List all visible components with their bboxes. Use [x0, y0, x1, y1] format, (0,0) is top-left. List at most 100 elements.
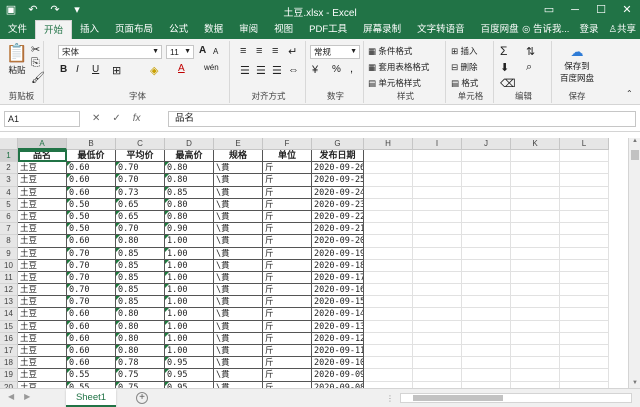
table-cell[interactable]: 斤: [263, 198, 312, 211]
table-cell[interactable]: [413, 357, 462, 370]
table-cell[interactable]: [560, 235, 609, 248]
table-cell[interactable]: [560, 308, 609, 321]
table-cell[interactable]: [413, 369, 462, 382]
insert-cells-button[interactable]: ⊞ 插入: [451, 45, 478, 57]
row-header[interactable]: 15: [0, 320, 18, 333]
table-cell[interactable]: 0.60: [67, 162, 116, 175]
table-cell[interactable]: 1.00: [165, 296, 214, 309]
table-cell[interactable]: 0.80: [165, 162, 214, 175]
tab-page-layout[interactable]: 页面布局: [107, 20, 161, 39]
column-header-c[interactable]: C: [116, 138, 165, 150]
tab-insert[interactable]: 插入: [72, 20, 107, 39]
table-cell[interactable]: [511, 198, 560, 211]
table-cell[interactable]: [560, 284, 609, 297]
table-cell[interactable]: 斤: [263, 332, 312, 345]
share-button[interactable]: ♙共享: [608, 20, 636, 39]
tab-home[interactable]: 开始: [35, 20, 73, 39]
table-cell[interactable]: [511, 332, 560, 345]
column-header-d[interactable]: D: [165, 138, 214, 150]
maximize-icon[interactable]: ☐: [588, 0, 614, 20]
table-cell[interactable]: 0.95: [165, 369, 214, 382]
header-cell[interactable]: 最高价: [165, 150, 214, 163]
comma-button[interactable]: ,: [350, 63, 353, 75]
table-cell[interactable]: 2020-09-09: [312, 369, 364, 382]
row-header[interactable]: 11: [0, 271, 18, 285]
table-cell[interactable]: [364, 198, 413, 211]
currency-icon[interactable]: ¥: [312, 64, 318, 76]
table-cell[interactable]: [560, 320, 609, 333]
table-cell[interactable]: [511, 296, 560, 309]
table-cell[interactable]: 土豆: [18, 235, 67, 248]
table-cell[interactable]: 2020-09-14: [312, 308, 364, 321]
next-sheet-icon[interactable]: ▶: [24, 392, 30, 401]
table-cell[interactable]: [462, 186, 511, 199]
row-header[interactable]: 14: [0, 308, 18, 321]
table-cell[interactable]: [413, 332, 462, 345]
table-cell[interactable]: [413, 235, 462, 248]
table-cell[interactable]: [511, 174, 560, 187]
table-cell[interactable]: \貫: [214, 174, 263, 187]
tab-data[interactable]: 数据: [196, 20, 231, 39]
table-cell[interactable]: [462, 369, 511, 382]
table-cell[interactable]: [462, 210, 511, 224]
table-cell[interactable]: 2020-09-19: [312, 247, 364, 260]
table-cell[interactable]: 土豆: [18, 357, 67, 370]
table-cell[interactable]: [364, 369, 413, 382]
table-cell[interactable]: [511, 235, 560, 248]
table-cell[interactable]: [364, 271, 413, 285]
table-cell[interactable]: \貫: [214, 320, 263, 333]
table-cell[interactable]: 1.00: [165, 247, 214, 260]
font-color-button[interactable]: A: [178, 63, 185, 74]
table-cell[interactable]: [413, 210, 462, 224]
sort-filter-icon[interactable]: ⇅: [526, 45, 535, 58]
table-cell[interactable]: 2020-09-25: [312, 174, 364, 187]
table-cell[interactable]: \貫: [214, 259, 263, 272]
table-cell[interactable]: [413, 174, 462, 187]
table-cell[interactable]: 0.70: [116, 174, 165, 187]
confirm-icon[interactable]: ✓: [112, 111, 120, 127]
tab-review[interactable]: 审阅: [231, 20, 266, 39]
table-cell[interactable]: [462, 174, 511, 187]
cell-styles-button[interactable]: ▤ 单元格样式: [368, 77, 421, 89]
header-cell[interactable]: [511, 150, 560, 163]
table-cell[interactable]: 0.70: [67, 247, 116, 260]
table-cell[interactable]: 0.70: [67, 296, 116, 309]
table-cell[interactable]: [560, 345, 609, 358]
align-bottom-icon[interactable]: ≡: [272, 45, 278, 57]
tab-file[interactable]: 文件: [0, 20, 35, 39]
format-painter-icon[interactable]: 🖌: [31, 71, 45, 84]
table-cell[interactable]: 斤: [263, 320, 312, 333]
table-cell[interactable]: [462, 296, 511, 309]
underline-button[interactable]: U: [92, 64, 99, 75]
shrink-font-button[interactable]: A: [213, 47, 218, 56]
table-cell[interactable]: 土豆: [18, 320, 67, 333]
align-top-icon[interactable]: ≡: [240, 45, 246, 57]
row-header[interactable]: 9: [0, 247, 18, 260]
table-cell[interactable]: \貫: [214, 284, 263, 297]
table-cell[interactable]: 0.80: [116, 235, 165, 248]
header-cell[interactable]: 品名: [18, 150, 67, 163]
table-cell[interactable]: 0.78: [116, 357, 165, 370]
merge-center-icon[interactable]: ⇔: [288, 64, 299, 76]
table-cell[interactable]: 土豆: [18, 332, 67, 345]
table-cell[interactable]: 斤: [263, 296, 312, 309]
column-header-e[interactable]: E: [214, 138, 263, 150]
table-cell[interactable]: 土豆: [18, 174, 67, 187]
fill-icon[interactable]: ⬇: [500, 61, 509, 74]
select-all-corner[interactable]: [0, 138, 18, 150]
table-cell[interactable]: 0.80: [165, 198, 214, 211]
table-cell[interactable]: 2020-09-23: [312, 198, 364, 211]
header-cell[interactable]: 规格: [214, 150, 263, 163]
table-cell[interactable]: [364, 345, 413, 358]
table-cell[interactable]: 0.50: [67, 210, 116, 224]
row-header[interactable]: 1: [0, 150, 18, 163]
table-cell[interactable]: [364, 235, 413, 248]
table-cell[interactable]: [364, 174, 413, 187]
table-cell[interactable]: \貫: [214, 357, 263, 370]
table-cell[interactable]: \貫: [214, 271, 263, 285]
table-cell[interactable]: 0.80: [116, 320, 165, 333]
table-cell[interactable]: 斤: [263, 247, 312, 260]
column-header-a[interactable]: A: [18, 138, 67, 150]
row-header[interactable]: 2: [0, 162, 18, 175]
table-cell[interactable]: [413, 198, 462, 211]
